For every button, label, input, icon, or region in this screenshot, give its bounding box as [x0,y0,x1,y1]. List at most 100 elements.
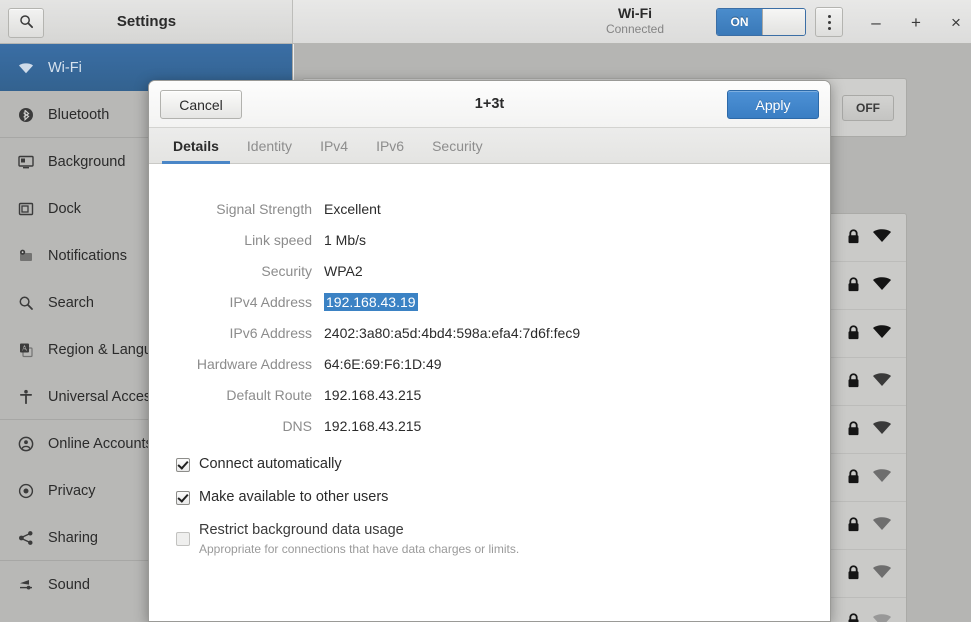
wifi-toggle-switch[interactable]: ON [716,8,806,36]
settings-window: Settings Wi-Fi Connected ON – + × Wi-Fi B… [0,0,971,622]
detail-row: IPv4 Address 192.168.43.19 [149,286,830,317]
detail-row: Default Route 192.168.43.215 [149,379,830,410]
detail-row: Link speed 1 Mb/s [149,224,830,255]
checkbox-sublabel: Appropriate for connections that have da… [199,542,520,556]
kebab-menu-button[interactable] [815,7,843,37]
wifi-toggle-knob [762,9,805,35]
checkbox-text: Restrict background data usage Appropriat… [199,521,519,557]
kebab-menu-icon [827,26,831,30]
detail-key: IPv6 Address [229,324,313,341]
hotspot-toggle[interactable]: OFF [842,95,894,121]
detail-key: Signal Strength [216,200,312,217]
sharing-icon [18,530,48,546]
search-icon [18,295,48,311]
network-row-icons [845,214,892,261]
network-row-icons [845,550,892,597]
detail-row: Hardware Address 64:6E:69:F6:1D:49 [149,348,830,379]
checkbox-restrict-background-data-usage[interactable] [176,532,190,546]
sidebar-item-label: Background [48,153,126,170]
wifi-signal-icon [872,515,892,536]
tab-ipv4[interactable]: IPv4 [306,128,362,163]
cancel-button[interactable]: Cancel [160,90,242,119]
detail-row: DNS 192.168.43.215 [149,410,830,441]
tab-label: Identity [246,137,293,154]
checkbox-label: Make available to other users [199,489,389,505]
tab-details[interactable]: Details [159,128,233,164]
checkbox-label: Connect automatically [199,456,342,472]
detail-key: Security [261,262,312,279]
lock-icon [845,276,862,296]
dialog-tabs: Details Identity IPv4 IPv6 Security [149,128,830,164]
background-icon [18,154,48,170]
minimize-icon: – [871,12,881,32]
network-row-icons [845,598,892,622]
close-button[interactable]: × [943,10,969,34]
tab-security[interactable]: Security [418,128,497,163]
wifi-signal-icon [872,371,892,392]
detail-row: IPv6 Address 2402:3a80:a5d:4bd4:598a:efa4… [149,317,830,348]
lock-icon [845,564,862,584]
checkbox-make-available-to-other-users[interactable] [176,491,190,505]
apply-button[interactable]: Apply [727,90,819,119]
detail-value: 1 Mb/s [324,231,367,248]
network-row-icons [845,262,892,309]
tab-label: Details [173,137,219,154]
network-row-icons [845,454,892,501]
minimize-button[interactable]: – [863,10,889,34]
detail-value: 192.168.43.215 [324,386,422,403]
detail-value: 2402:3a80:a5d:4bd4:598a:efa4:7d6f:fec9 [324,324,581,341]
detail-value[interactable]: 192.168.43.19 [324,292,418,311]
lock-icon [845,324,862,344]
sidebar-item-label: Universal Access [48,388,159,405]
tab-label: IPv6 [376,137,405,154]
sound-icon [18,577,48,593]
checkbox-row[interactable]: Make available to other users [176,488,519,507]
bluetooth-icon [18,107,48,123]
network-row-icons [845,502,892,549]
dialog-header: Cancel 1+3t Apply [149,81,830,128]
sidebar-item-label: Bluetooth [48,106,110,123]
kebab-menu-icon [827,14,831,18]
network-row-icons [845,406,892,453]
maximize-button[interactable]: + [903,10,929,34]
wifi-signal-icon [872,419,892,440]
search-button[interactable] [8,8,44,38]
sidebar-item-label: Sound [48,576,90,593]
region-language-icon: A [18,342,48,358]
search-icon [19,14,34,32]
close-icon: × [951,12,961,32]
network-row-icons [845,358,892,405]
privacy-icon [18,483,48,499]
tab-identity[interactable]: Identity [233,128,306,163]
wifi-signal-icon [872,467,892,488]
sidebar-item-label: Dock [48,200,82,217]
checkbox-text: Connect automatically [199,455,342,474]
wifi-toggle-on-label: ON [717,9,762,35]
checkbox-row[interactable]: Connect automatically [176,455,519,474]
detail-value: 192.168.43.215 [324,417,422,434]
wifi-signal-icon [872,323,892,344]
detail-key: IPv4 Address [229,293,313,310]
sidebar-item-label: Notifications [48,247,127,264]
window-titlebar: Settings Wi-Fi Connected ON – + × [0,0,971,44]
lock-icon [845,372,862,392]
lock-icon [845,228,862,248]
checkbox-label: Restrict background data usage [199,522,404,538]
dialog-body: Signal Strength Excellent Link speed 1 Mb/s… [149,164,830,621]
network-options-checkboxes: Connect automatically Make available to o… [176,455,519,571]
detail-key: DNS [282,417,312,434]
maximize-icon: + [911,12,921,32]
detail-key: Default Route [226,386,312,403]
wifi-signal-icon [872,275,892,296]
tab-label: Security [432,137,483,154]
detail-row: Security WPA2 [149,255,830,286]
detail-key: Hardware Address [196,355,312,372]
sidebar-item-label: Online Accounts [48,435,153,452]
network-detail-rows: Signal Strength Excellent Link speed 1 Mb/s… [149,193,830,441]
lock-icon [845,612,862,622]
checkbox-connect-automatically[interactable] [176,458,190,472]
tab-ipv6[interactable]: IPv6 [362,128,418,163]
detail-value: Excellent [324,200,381,217]
checkbox-row[interactable]: Restrict background data usage Appropriat… [176,521,519,557]
detail-key: Link speed [244,231,312,248]
